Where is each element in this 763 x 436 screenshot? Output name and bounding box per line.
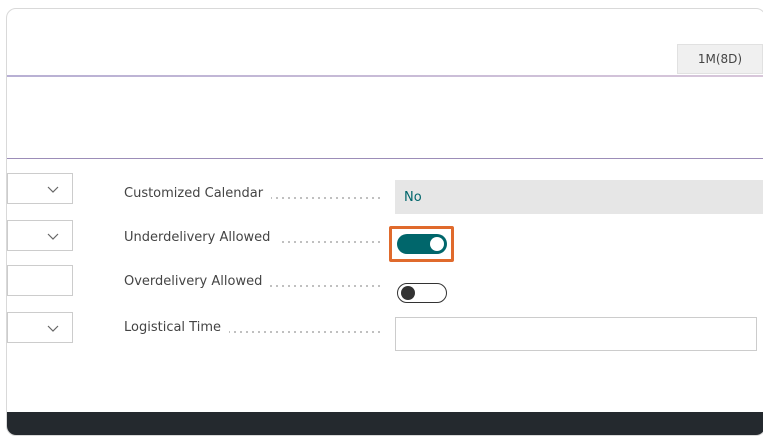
- bottom-bar: [7, 412, 763, 435]
- customized-calendar-value: No: [404, 189, 422, 205]
- chevron-down-icon: [47, 325, 59, 332]
- label-overdelivery-allowed: Overdelivery Allowed: [124, 274, 384, 289]
- label-customized-calendar: Customized Calendar: [124, 186, 384, 201]
- column-header-label: 1M(8D): [697, 52, 743, 66]
- underdelivery-allowed-toggle[interactable]: [397, 234, 447, 254]
- toggle-knob: [401, 286, 415, 300]
- overdelivery-allowed-toggle[interactable]: [397, 283, 447, 303]
- customized-calendar-field[interactable]: No: [395, 180, 763, 214]
- divider-top: [7, 75, 763, 77]
- chevron-down-icon: [47, 186, 59, 193]
- left-dropdown-3[interactable]: [7, 312, 73, 343]
- column-header-cell: 1M(8D): [677, 44, 763, 74]
- label-underdelivery-allowed: Underdelivery Allowed: [124, 230, 384, 245]
- chevron-down-icon: [47, 233, 59, 240]
- toggle-knob: [430, 237, 444, 251]
- logistical-time-input[interactable]: [395, 317, 757, 351]
- form-card: 1M(8D) Customized Calendar Underdelivery…: [6, 8, 763, 436]
- divider-mid: [7, 158, 763, 159]
- label-logistical-time: Logistical Time: [124, 320, 384, 335]
- left-dropdown-1[interactable]: [7, 173, 73, 204]
- left-input-1[interactable]: [7, 265, 73, 296]
- left-dropdown-2[interactable]: [7, 220, 73, 251]
